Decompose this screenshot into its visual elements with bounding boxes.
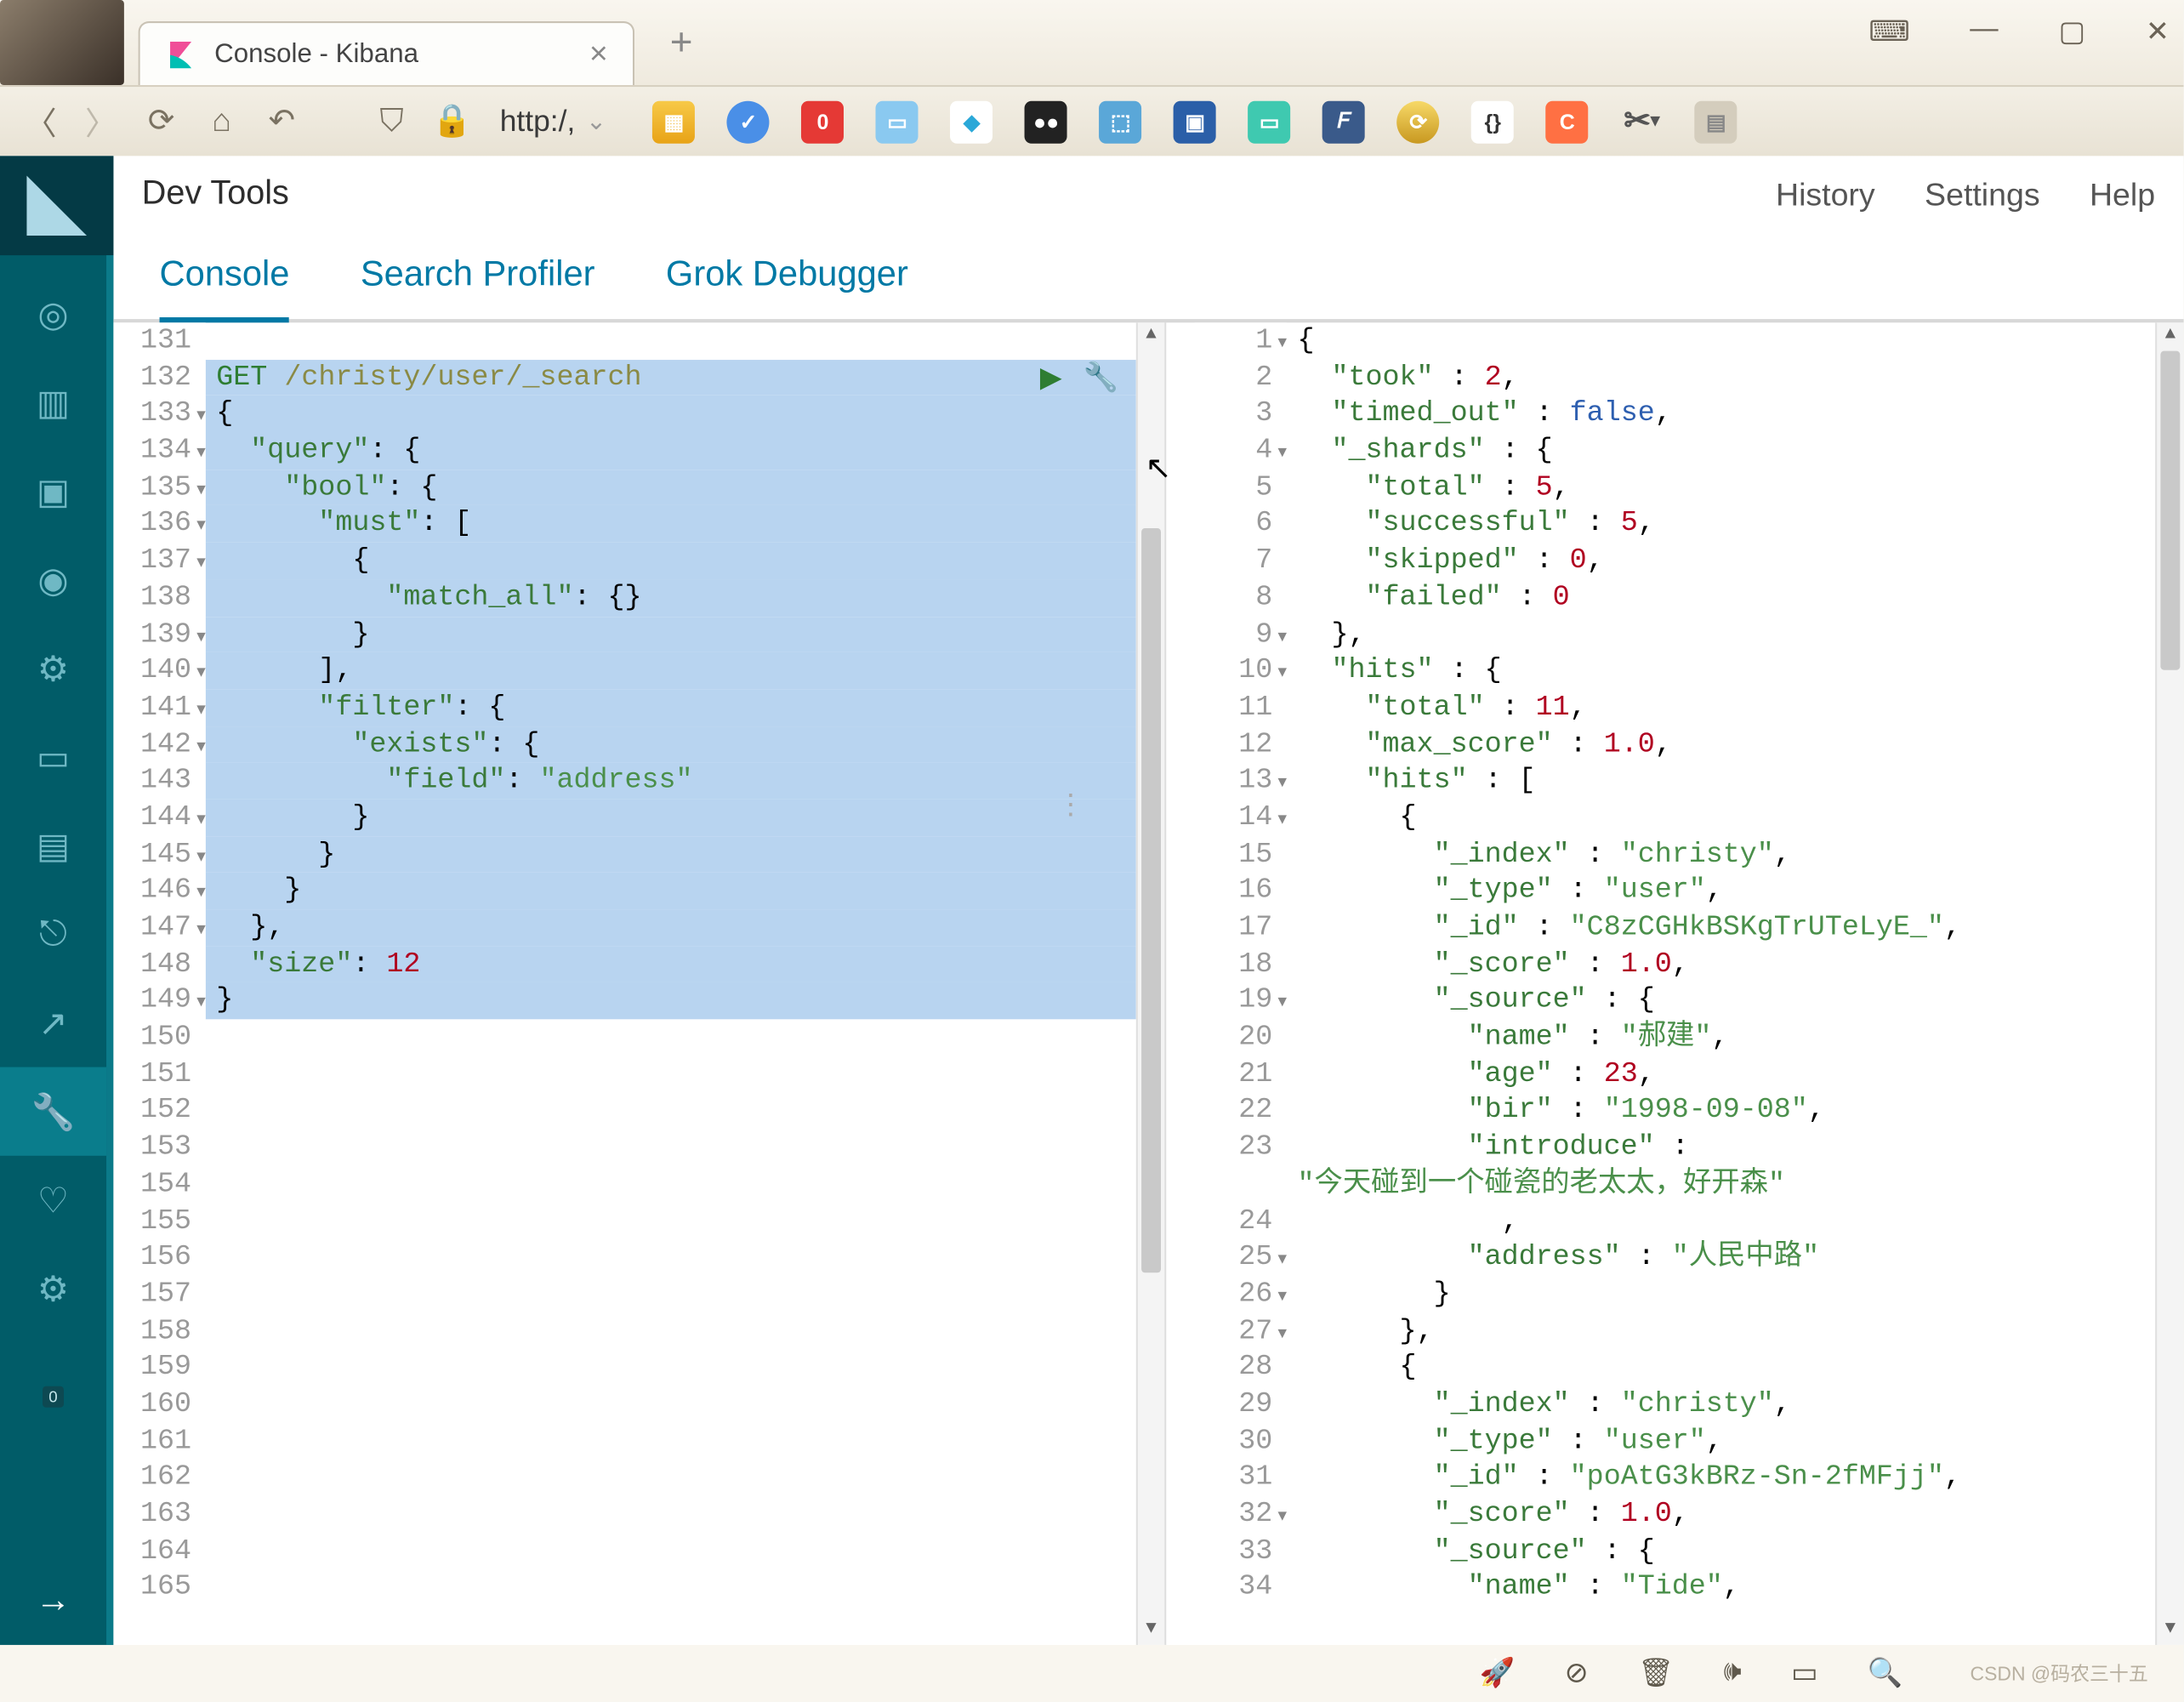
window-controls: ⌨ — ▢ ✕ bbox=[1868, 14, 2169, 50]
status-trash-icon[interactable]: 🗑 bbox=[1638, 1655, 1674, 1691]
console-body: ▶ 🔧 ↖ 131132133▾134▾135▾136▾137▾138139▾1… bbox=[113, 322, 2183, 1645]
tab-grok-debugger[interactable]: Grok Debugger bbox=[666, 234, 908, 319]
url-text: http:/, bbox=[500, 104, 576, 139]
pane-resize-handle[interactable]: ⋮ bbox=[1056, 787, 1084, 823]
ext-icon-10[interactable]: 𝐹 bbox=[1322, 100, 1365, 143]
window-minimize-icon[interactable]: — bbox=[1970, 14, 1998, 50]
sidebar-canvas-icon[interactable]: ▭ bbox=[0, 713, 106, 801]
status-search-icon[interactable]: 🔍 bbox=[1868, 1655, 1903, 1691]
sidebar-dashboard-icon[interactable]: ▣ bbox=[0, 447, 106, 535]
ext-icon-2[interactable]: ✓ bbox=[727, 100, 770, 143]
request-gutter: 131132133▾134▾135▾136▾137▾138139▾140▾141… bbox=[113, 322, 205, 1645]
browser-statusbar: 🚀 ⊘ 🗑 🕪 ▭ 🔍 CSDN @码农三十五 bbox=[0, 1645, 2183, 1702]
scroll-down-icon[interactable]: ▼ bbox=[2157, 1617, 2183, 1645]
nav-forward-icon[interactable]: 〉 bbox=[78, 99, 124, 145]
ext-icon-3[interactable]: 0 bbox=[802, 100, 845, 143]
status-rocket-icon[interactable]: 🚀 bbox=[1480, 1655, 1516, 1691]
sidebar-badge-count: 0 bbox=[43, 1386, 63, 1408]
browser-titlebar: Console - Kibana × + ⌨ — ▢ ✕ bbox=[0, 0, 2183, 85]
request-options-icon[interactable]: 🔧 bbox=[1083, 361, 1118, 398]
request-editor[interactable]: ▶ 🔧 ↖ 131132133▾134▾135▾136▾137▾138139▾1… bbox=[113, 322, 1166, 1645]
response-gutter: 1▾234▾56789▾10▾111213▾14▾1516171819▾2021… bbox=[1195, 322, 1287, 1645]
kibana-header: Dev Tools History Settings Help bbox=[113, 156, 2183, 234]
nav-back-icon[interactable]: 〈 bbox=[18, 99, 64, 145]
ext-icon-6[interactable]: ●● bbox=[1025, 100, 1067, 143]
scroll-down-icon[interactable]: ▼ bbox=[1138, 1617, 1164, 1645]
watermark-text: CSDN @码农三十五 bbox=[1971, 1659, 2148, 1688]
window-maximize-icon[interactable]: ▢ bbox=[2059, 14, 2086, 50]
ext-icon-9[interactable]: ▭ bbox=[1248, 100, 1291, 143]
kibana-main: Dev Tools History Settings Help Console … bbox=[113, 156, 2183, 1645]
response-viewer[interactable]: 1▾234▾56789▾10▾111213▾14▾1516171819▾2021… bbox=[1195, 322, 2184, 1645]
sidebar-monitoring-icon[interactable]: ♡ bbox=[0, 1156, 106, 1244]
scissors-icon[interactable]: ✂▾ bbox=[1620, 100, 1663, 143]
sidebar-ml-icon[interactable]: ▤ bbox=[0, 801, 106, 890]
kibana-sidebar: ◎ ▥ ▣ ◉ ⚙ ▭ ▤ ⎋ ↗ 🔧 ♡ ⚙ 0 → bbox=[0, 156, 113, 1645]
sidebar-apm-icon[interactable]: ⚙ bbox=[0, 624, 106, 713]
kibana-app: ◎ ▥ ▣ ◉ ⚙ ▭ ▤ ⎋ ↗ 🔧 ♡ ⚙ 0 → Dev Tools Hi… bbox=[0, 156, 2183, 1645]
request-code[interactable]: GET /christy/user/_search{ "query": { "b… bbox=[206, 322, 1136, 1645]
profile-avatar[interactable] bbox=[0, 0, 124, 85]
reload-icon[interactable]: ⟳ bbox=[139, 99, 185, 145]
response-scrollbar[interactable]: ▲ ▼ bbox=[2155, 322, 2183, 1645]
link-history[interactable]: History bbox=[1776, 176, 1875, 213]
sidebar-visualize-icon[interactable]: ▥ bbox=[0, 358, 106, 447]
sidebar-devtools-icon[interactable]: 🔧 bbox=[0, 1067, 106, 1156]
scroll-up-icon[interactable]: ▲ bbox=[1138, 322, 1164, 350]
status-sound-icon[interactable]: 🕪 bbox=[1724, 1658, 1742, 1690]
browser-tab[interactable]: Console - Kibana × bbox=[139, 21, 635, 85]
kibana-favicon-icon bbox=[165, 38, 197, 71]
sidebar-collapse-icon[interactable]: → bbox=[0, 1557, 106, 1645]
ext-icon-7[interactable]: ⬚ bbox=[1100, 100, 1142, 143]
status-panel-icon[interactable]: ▭ bbox=[1791, 1655, 1818, 1691]
dropdown-icon[interactable]: ⌄ bbox=[586, 106, 606, 136]
header-links: History Settings Help bbox=[1776, 176, 2155, 213]
sidebar-timelion-icon[interactable]: ◉ bbox=[0, 535, 106, 623]
new-tab-button[interactable]: + bbox=[656, 13, 707, 73]
tab-close-icon[interactable]: × bbox=[589, 36, 608, 73]
link-help[interactable]: Help bbox=[2090, 176, 2155, 213]
tab-search-profiler[interactable]: Search Profiler bbox=[361, 234, 595, 319]
lock-icon[interactable]: 🔒 bbox=[429, 99, 475, 145]
sidebar-discover-icon[interactable]: ◎ bbox=[0, 270, 106, 358]
kibana-logo[interactable] bbox=[0, 156, 113, 255]
window-close-icon[interactable]: ✕ bbox=[2146, 14, 2170, 50]
ext-icon-5[interactable]: ◆ bbox=[951, 100, 993, 143]
shield-icon[interactable]: ⛉ bbox=[368, 99, 414, 145]
sidebar-management-icon[interactable]: ⚙ bbox=[0, 1244, 106, 1333]
kibana-tabs: Console Search Profiler Grok Debugger bbox=[113, 234, 2183, 322]
scroll-thumb[interactable] bbox=[1141, 528, 1161, 1272]
link-settings[interactable]: Settings bbox=[1925, 176, 2040, 213]
ext-icon-11[interactable]: ⟳ bbox=[1397, 100, 1440, 143]
status-block-icon[interactable]: ⊘ bbox=[1565, 1655, 1589, 1691]
keyboard-icon[interactable]: ⌨ bbox=[1868, 14, 1909, 50]
sidebar-badge-icon[interactable]: 0 bbox=[0, 1333, 106, 1421]
scroll-up-icon[interactable]: ▲ bbox=[2157, 322, 2183, 350]
ext-icon-14[interactable]: ▤ bbox=[1695, 100, 1738, 143]
request-scrollbar[interactable]: ▲ ▼ bbox=[1136, 322, 1164, 1645]
sidebar-logs-icon[interactable]: ↗ bbox=[0, 978, 106, 1067]
kibana-logo-icon bbox=[26, 175, 87, 236]
page-title: Dev Tools bbox=[142, 175, 289, 214]
home-icon[interactable]: ⌂ bbox=[198, 99, 244, 145]
sidebar-infra-icon[interactable]: ⎋ bbox=[0, 890, 106, 978]
ext-icon-12[interactable]: {} bbox=[1471, 100, 1514, 143]
run-request-icon[interactable]: ▶ bbox=[1040, 361, 1062, 398]
ext-icon-1[interactable]: ▦ bbox=[652, 100, 695, 143]
browser-toolbar: 〈 〉 ⟳ ⌂ ↶ ⛉ 🔒 http:/, ⌄ ▦ ✓ 0 ▭ ◆ ●● ⬚ ▣… bbox=[0, 85, 2183, 156]
ext-icon-8[interactable]: ▣ bbox=[1174, 100, 1216, 143]
ext-icon-4[interactable]: ▭ bbox=[876, 100, 919, 143]
tab-console[interactable]: Console bbox=[160, 234, 290, 322]
tab-title: Console - Kibana bbox=[214, 39, 589, 69]
ext-icon-13[interactable]: C bbox=[1546, 100, 1589, 143]
extensions-bar: ▦ ✓ 0 ▭ ◆ ●● ⬚ ▣ ▭ 𝐹 ⟳ {} C ✂▾ ▤ bbox=[652, 100, 1737, 143]
scroll-thumb[interactable] bbox=[2160, 351, 2180, 670]
response-code[interactable]: { "took" : 2, "timed_out" : false, "_sha… bbox=[1287, 322, 2155, 1645]
address-bar[interactable]: http:/, ⌄ bbox=[500, 104, 607, 139]
undo-icon[interactable]: ↶ bbox=[259, 99, 304, 145]
